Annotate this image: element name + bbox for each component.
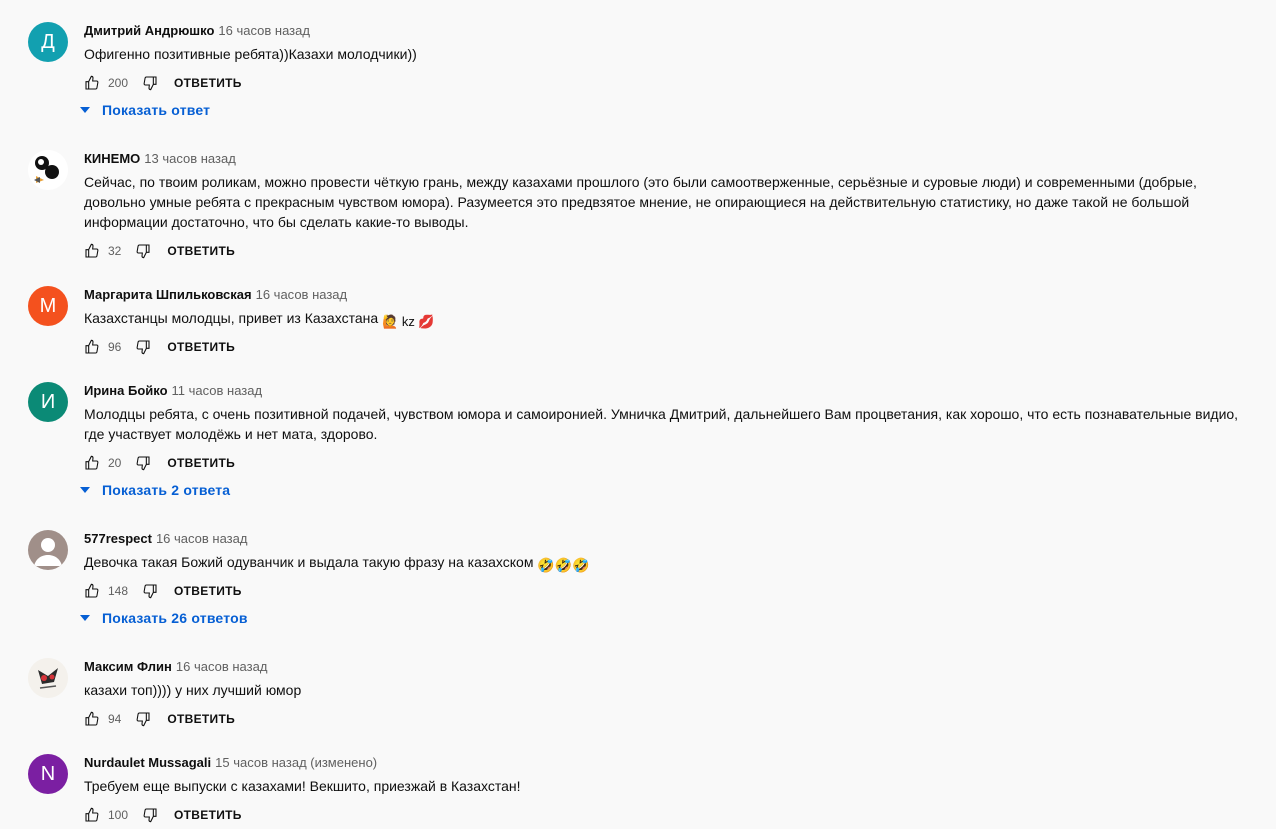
avatar[interactable]: N (28, 754, 68, 794)
comment-text-body: Казахстанцы молодцы, привет из Казахстан… (84, 310, 379, 326)
author-name[interactable]: Максим Флин (84, 659, 172, 674)
comment-time[interactable]: 13 часов назад (144, 151, 236, 166)
show-replies-button[interactable]: Показать 2 ответа (80, 482, 230, 498)
like-count: 32 (108, 244, 122, 258)
reply-button[interactable]: ОТВЕТИТЬ (167, 456, 235, 470)
comment-text: Офигенно позитивные ребята))Казахи молод… (84, 46, 417, 62)
author-name[interactable]: Дмитрий Андрюшко (84, 23, 214, 38)
like-count: 20 (108, 456, 122, 470)
avatar-image (28, 150, 68, 190)
thumbs-down-icon[interactable] (135, 455, 151, 471)
thumbs-up-icon[interactable] (84, 583, 100, 599)
thumbs-down-icon[interactable] (142, 75, 158, 91)
comment-text-body: Девочка такая Божий одуванчик и выдала т… (84, 554, 534, 570)
avatar-letter: И (40, 390, 56, 413)
avatar[interactable]: И (28, 382, 68, 422)
reply-button[interactable]: ОТВЕТИТЬ (174, 584, 242, 598)
thumbs-down-icon[interactable] (135, 711, 151, 727)
comment-text: казахи топ)))) у них лучший юмор (84, 682, 302, 698)
thumbs-down-icon[interactable] (135, 243, 151, 259)
like-count: 96 (108, 340, 122, 354)
avatar-letter: N (40, 762, 56, 785)
thumbs-up-icon[interactable] (84, 807, 100, 823)
avatar[interactable] (28, 530, 68, 570)
comment-text: Девочка такая Божий одуванчик и выдала т… (84, 552, 1262, 575)
comment-text: Казахстанцы молодцы, привет из Казахстан… (84, 308, 1262, 332)
author-name[interactable]: КИНЕМО (84, 151, 140, 166)
avatar[interactable] (28, 150, 68, 190)
avatar-image (28, 658, 68, 698)
comment-time[interactable]: 16 часов назад (156, 531, 248, 546)
author-name[interactable]: Nurdaulet Mussagali (84, 755, 211, 770)
comment-text: Требуем еще выпуски с казахами! Векшито,… (84, 778, 521, 794)
like-count: 100 (108, 808, 129, 822)
emoji-suffix: 🙋 kz 💋 (382, 314, 435, 329)
caret-down-icon (80, 487, 90, 493)
reply-button[interactable]: ОТВЕТИТЬ (167, 712, 235, 726)
caret-down-icon (80, 615, 90, 621)
thumbs-down-icon[interactable] (142, 807, 158, 823)
thumbs-up-icon[interactable] (84, 711, 100, 727)
author-name[interactable]: Ирина Бойко (84, 383, 168, 398)
like-count: 94 (108, 712, 122, 726)
show-replies-button[interactable]: Показать 26 ответов (80, 610, 248, 626)
reply-button[interactable]: ОТВЕТИТЬ (167, 244, 235, 258)
show-replies-label: Показать ответ (102, 102, 211, 118)
default-user-icon (34, 538, 62, 566)
avatar[interactable]: Д (28, 22, 68, 62)
comment-text: Сейчас, по твоим роликам, можно провести… (84, 174, 1197, 230)
reply-button[interactable]: ОТВЕТИТЬ (174, 808, 242, 822)
avatar[interactable] (28, 658, 68, 698)
thumbs-up-icon[interactable] (84, 339, 100, 355)
show-replies-button[interactable]: Показать ответ (80, 102, 210, 118)
author-name[interactable]: 577respect (84, 531, 152, 546)
caret-down-icon (80, 107, 90, 113)
thumbs-down-icon[interactable] (135, 339, 151, 355)
avatar-letter: Д (41, 30, 55, 53)
show-replies-label: Показать 26 ответов (102, 610, 248, 626)
avatar-letter: М (39, 294, 57, 317)
like-count: 200 (108, 76, 129, 90)
avatar[interactable]: М (28, 286, 68, 326)
thumbs-down-icon[interactable] (142, 583, 158, 599)
comment-time[interactable]: 16 часов назад (218, 23, 310, 38)
comment-time[interactable]: 16 часов назад (256, 287, 348, 302)
show-replies-label: Показать 2 ответа (102, 482, 231, 498)
thumbs-up-icon[interactable] (84, 75, 100, 91)
comment-time[interactable]: 16 часов назад (176, 659, 268, 674)
comment-time[interactable]: 15 часов назад (изменено) (215, 755, 377, 770)
reply-button[interactable]: ОТВЕТИТЬ (167, 340, 235, 354)
reply-button[interactable]: ОТВЕТИТЬ (174, 76, 242, 90)
thumbs-up-icon[interactable] (84, 243, 100, 259)
comment-time[interactable]: 11 часов назад (172, 383, 263, 398)
thumbs-up-icon[interactable] (84, 455, 100, 471)
comment-text: Молодцы ребята, с очень позитивной подач… (84, 406, 1239, 442)
emoji-suffix: 🤣🤣🤣 (537, 557, 590, 573)
like-count: 148 (108, 584, 129, 598)
author-name[interactable]: Маргарита Шпильковская (84, 287, 252, 302)
